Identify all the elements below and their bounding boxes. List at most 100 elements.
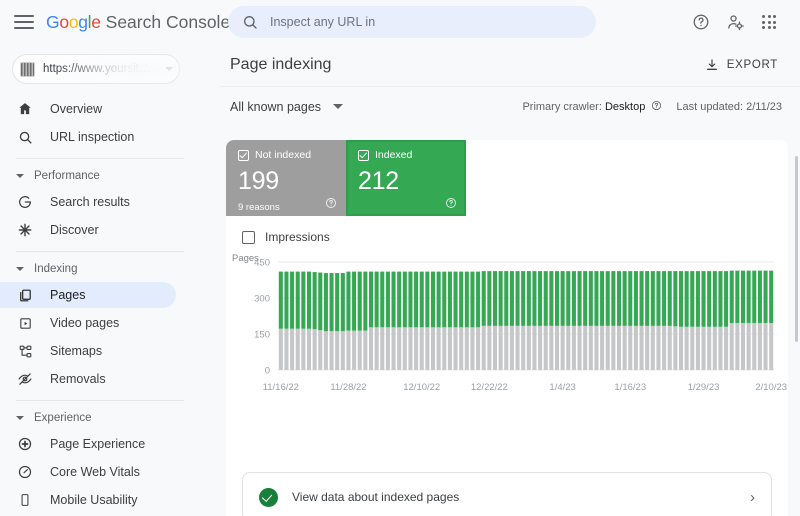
url-inspection-search[interactable] — [228, 6, 596, 38]
google-g-icon — [16, 193, 34, 211]
indexed-pages-banner[interactable]: View data about indexed pages › — [242, 472, 772, 516]
sidebar-divider — [16, 158, 184, 159]
sidebar-item-label: Pages — [50, 288, 86, 302]
chevron-down-icon — [16, 174, 24, 178]
stat-card-not-indexed[interactable]: Not indexed 199 9 reasons — [226, 140, 346, 216]
sidebar-item-label: Removals — [50, 372, 106, 386]
sidebar-item-mobile-usability[interactable]: Mobile Usability — [0, 487, 176, 513]
svg-text:1/29/23: 1/29/23 — [688, 382, 720, 393]
stat-sublabel: 9 reasons — [238, 202, 280, 213]
sidebar-section-experience[interactable]: Experience — [0, 407, 220, 429]
sidebar-section-performance[interactable]: Performance — [0, 165, 220, 187]
asterisk-icon — [16, 221, 34, 239]
product-name: Search Console — [105, 11, 231, 32]
sidebar-item-label: Page Experience — [50, 437, 146, 451]
help-circle-icon[interactable] — [325, 197, 337, 209]
sidebar-divider — [16, 400, 184, 401]
site-property-selector[interactable]: https://www.yoursit… — [12, 54, 180, 84]
sidebar-section-label: Performance — [34, 170, 100, 182]
stat-cards: Not indexed 199 9 reasons Indexed 212 — [226, 140, 788, 216]
page-title: Page indexing — [230, 56, 332, 73]
main-menu-icon[interactable] — [14, 15, 34, 29]
stat-card-indexed[interactable]: Indexed 212 — [346, 140, 466, 216]
export-label: EXPORT — [726, 59, 778, 71]
sidebar-item-video-pages[interactable]: Video pages — [0, 310, 176, 336]
sidebar-item-label: Search results — [50, 195, 130, 209]
stat-value: 212 — [358, 167, 399, 195]
apps-grid-icon — [761, 14, 777, 30]
top-app-bar: Google Search Console — [0, 0, 800, 44]
sidebar-section-indexing[interactable]: Indexing — [0, 258, 220, 280]
sidebar-item-label: Overview — [50, 102, 103, 116]
help-circle-icon — [693, 14, 709, 30]
sidebar-item-discover[interactable]: Discover — [0, 217, 176, 243]
account-settings-icon[interactable] — [718, 5, 752, 39]
indexing-chart[interactable]: Pages 0 150 300 450 11/16/22 11/28/22 12/10/22 1… — [226, 250, 788, 400]
checkbox-checked-icon[interactable] — [238, 149, 249, 161]
sidebar-item-sitemaps[interactable]: Sitemaps — [0, 338, 176, 364]
crawler-help-icon[interactable] — [651, 100, 662, 111]
svg-text:150: 150 — [254, 329, 270, 340]
plus-circle-icon — [16, 435, 34, 453]
stat-label: Not indexed — [255, 149, 312, 161]
sidebar: https://www.yoursit… Overview URL inspec… — [0, 44, 220, 516]
impressions-label: Impressions — [265, 230, 330, 244]
subheader-meta: Primary crawler: Desktop Last updated: 2… — [522, 100, 782, 114]
sidebar-item-pages[interactable]: Pages — [0, 282, 176, 308]
search-icon — [16, 128, 34, 146]
impressions-toggle[interactable]: Impressions — [226, 216, 788, 244]
site-url-label: https://www.yoursit… — [43, 63, 151, 75]
svg-text:1/4/23: 1/4/23 — [549, 382, 575, 393]
google-apps-icon[interactable] — [752, 5, 786, 39]
chevron-down-icon — [165, 67, 173, 71]
brand-logo: Google Search Console — [46, 12, 230, 33]
primary-crawler-value: Desktop — [604, 101, 646, 113]
sidebar-item-removals[interactable]: Removals — [0, 366, 176, 392]
sidebar-item-label: Sitemaps — [50, 344, 103, 358]
svg-text:12/10/22: 12/10/22 — [403, 382, 440, 393]
sidebar-item-label: Core Web Vitals — [50, 465, 140, 479]
sidebar-item-label: Mobile Usability — [50, 493, 138, 507]
primary-crawler-label: Primary crawler: — [522, 101, 602, 113]
download-icon — [706, 59, 717, 70]
sidebar-item-label: Discover — [50, 223, 99, 237]
sidebar-item-search-results[interactable]: Search results — [0, 189, 176, 215]
search-icon — [244, 16, 257, 29]
content-scrollbar[interactable] — [795, 156, 798, 342]
chevron-right-icon[interactable]: › — [750, 490, 755, 505]
indexing-card: Not indexed 199 9 reasons Indexed 212 Im… — [226, 140, 788, 516]
checkbox-unchecked-icon[interactable] — [242, 230, 255, 244]
search-input[interactable] — [270, 15, 582, 29]
main-content: Page indexing EXPORT All known pages Pri… — [220, 44, 800, 516]
help-circle-icon[interactable] — [445, 197, 457, 209]
home-icon — [16, 100, 34, 118]
checkbox-checked-icon[interactable] — [358, 149, 369, 161]
sidebar-item-url-inspection[interactable]: URL inspection — [0, 124, 176, 150]
sidebar-section-label: Indexing — [34, 263, 78, 275]
stat-label-row: Indexed — [358, 149, 454, 161]
primary-crawler-info: Primary crawler: Desktop — [522, 100, 662, 113]
svg-text:1/16/23: 1/16/23 — [614, 382, 646, 393]
sidebar-item-core-web-vitals[interactable]: Core Web Vitals — [0, 459, 176, 485]
google-wordmark: Google — [46, 11, 101, 32]
page-filter-label: All known pages — [230, 99, 322, 114]
chevron-down-icon — [16, 416, 24, 420]
sitemap-tree-icon — [16, 342, 34, 360]
stat-label-row: Not indexed — [238, 149, 334, 161]
main-subheader: All known pages Primary crawler: Desktop… — [220, 86, 800, 126]
help-icon[interactable] — [684, 5, 718, 39]
chart-canvas[interactable]: Pages015030045011/16/22 11/28/22 12/10/22 1… — [226, 250, 788, 400]
sidebar-item-overview[interactable]: Overview — [0, 96, 176, 122]
sidebar-section-label: Experience — [34, 412, 92, 424]
sidebar-divider — [16, 251, 184, 252]
export-button[interactable]: EXPORT — [701, 52, 782, 78]
stat-value: 199 — [238, 167, 279, 195]
video-frame-icon — [16, 314, 34, 332]
svg-text:12/22/22: 12/22/22 — [471, 382, 508, 393]
eye-off-icon — [16, 370, 34, 388]
svg-text:300: 300 — [254, 293, 270, 304]
page-filter-dropdown[interactable]: All known pages — [230, 99, 344, 114]
site-favicon-icon — [20, 61, 35, 77]
check-circle-icon — [259, 487, 278, 507]
sidebar-item-page-experience[interactable]: Page Experience — [0, 431, 176, 457]
